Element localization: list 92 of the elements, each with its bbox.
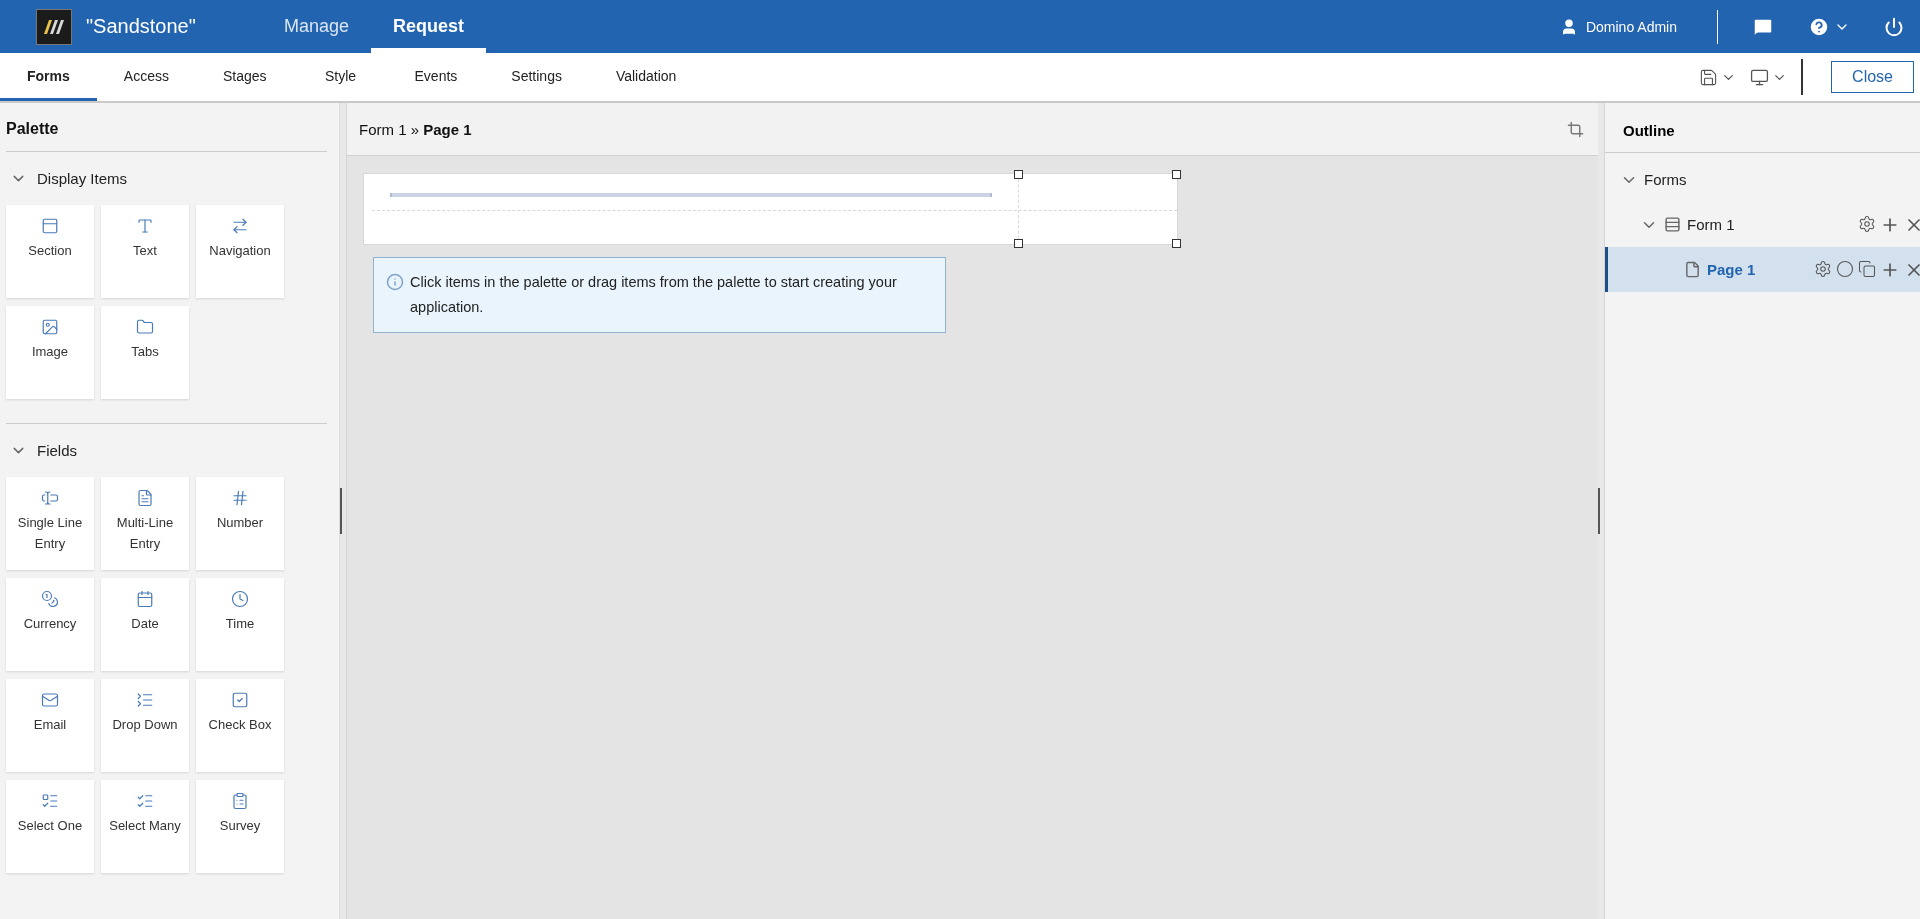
resize-handle[interactable]	[1014, 239, 1023, 248]
group-title: Display Items	[37, 170, 128, 187]
palette-tile[interactable]: Time	[196, 578, 284, 671]
tile-label: Select Many	[109, 817, 181, 835]
selectone-icon	[41, 792, 59, 810]
tab[interactable]: Style	[293, 53, 388, 101]
palette-tile[interactable]: Image	[6, 306, 94, 399]
resize-handle[interactable]	[1172, 170, 1181, 179]
palette-tile[interactable]: Text	[101, 205, 189, 298]
tile-label: Survey	[219, 817, 261, 835]
tile-label: Navigation	[209, 242, 271, 260]
tab[interactable]: Events	[387, 53, 485, 101]
palette-tile[interactable]: Drop Down	[101, 679, 189, 772]
selected-tree-row[interactable]: Page 1	[1605, 247, 1920, 292]
nav-tab[interactable]: Manage	[262, 0, 372, 53]
settings-icon[interactable]	[1814, 259, 1832, 278]
form-icon	[1664, 216, 1681, 233]
number-icon	[231, 489, 249, 507]
section-icon	[41, 217, 59, 235]
user-menu[interactable]: Domino Admin	[1559, 17, 1677, 36]
power-icon	[1884, 16, 1904, 37]
tree-item[interactable]: Page 1	[1707, 261, 1808, 278]
currency-icon	[41, 590, 59, 608]
tile-label: Time	[225, 615, 255, 633]
hint-text: Click items in the palette or drag items from the palette to start creating your application.	[410, 273, 898, 317]
monitor-icon	[1750, 67, 1770, 87]
tile-label: Tabs	[131, 343, 159, 361]
multi-icon	[136, 489, 154, 507]
logo-icon	[36, 8, 72, 45]
text-icon	[136, 217, 154, 235]
palette-tile[interactable]: Survey	[196, 780, 284, 873]
palette-tile[interactable]: Navigation	[196, 205, 284, 298]
palette-title: Palette	[6, 103, 327, 152]
circle-icon[interactable]	[1836, 259, 1854, 278]
help-icon	[1808, 15, 1830, 38]
tile-label: Section	[28, 242, 72, 260]
palette-tile[interactable]: Multi-Line Entry	[101, 477, 189, 570]
resize-handle[interactable]	[1014, 170, 1023, 179]
tabs-icon	[136, 318, 154, 336]
user-name: Domino Admin	[1585, 18, 1677, 35]
tile-label: Text	[133, 242, 157, 260]
app-title: "Sandstone"	[86, 15, 197, 38]
palette-tile[interactable]: Currency	[6, 578, 94, 671]
palette-tile[interactable]: Tabs	[101, 306, 189, 399]
tab[interactable]: Validation	[588, 53, 704, 101]
tile-label: Number	[216, 514, 264, 532]
email-icon	[41, 691, 59, 709]
tile-label: Check Box	[208, 716, 272, 734]
page-icon	[1684, 261, 1701, 278]
info-icon	[386, 273, 404, 291]
navigation-icon	[231, 217, 249, 235]
copy-icon[interactable]	[1858, 259, 1876, 278]
palette-tile[interactable]: Select One	[6, 780, 94, 873]
checkbox-icon	[231, 691, 249, 709]
breadcrumb: Form 1 » Page 1	[359, 120, 473, 138]
tile-label: Email	[33, 716, 67, 734]
group-title: Fields	[37, 442, 77, 459]
tile-label: Image	[31, 343, 69, 361]
date-icon	[136, 590, 154, 608]
outline-title: Outline	[1605, 103, 1920, 153]
tree-item[interactable]: Forms	[1644, 171, 1920, 188]
palette-tile[interactable]: Check Box	[196, 679, 284, 772]
single-icon	[41, 489, 59, 507]
tile-label: Multi-Line Entry	[115, 514, 175, 553]
palette-tile[interactable]: Date	[101, 578, 189, 671]
palette-tile[interactable]: Section	[6, 205, 94, 298]
power-button[interactable]	[1884, 16, 1904, 37]
tile-label: Select One	[17, 817, 83, 835]
tab[interactable]: Settings	[484, 53, 589, 101]
palette-tile[interactable]: Number	[196, 477, 284, 570]
selectmany-icon	[136, 792, 154, 810]
survey-icon	[231, 792, 249, 810]
palette-tile[interactable]: Single Line Entry	[6, 477, 94, 570]
settings-icon[interactable]	[1858, 214, 1876, 233]
close-button[interactable]: Close	[1831, 61, 1914, 93]
time-icon	[231, 590, 249, 608]
group-header[interactable]: Display Items	[6, 152, 132, 205]
tile-label: Date	[131, 615, 159, 633]
tile-label: Currency	[23, 615, 77, 633]
group-header[interactable]: Fields	[6, 424, 81, 477]
resize-handle[interactable]	[1172, 239, 1181, 248]
palette-tile[interactable]: Select Many	[101, 780, 189, 873]
tab[interactable]: Access	[96, 53, 196, 101]
dropdown-icon	[136, 691, 154, 709]
save-icon	[1699, 67, 1719, 87]
image-icon	[41, 318, 59, 336]
tile-label: Drop Down	[112, 716, 178, 734]
tab[interactable]: Stages	[195, 53, 294, 101]
tree-item[interactable]: Form 1	[1687, 216, 1852, 233]
crop-icon[interactable]	[1567, 120, 1584, 138]
palette-tile[interactable]: Email	[6, 679, 94, 772]
tile-label: Single Line Entry	[16, 514, 84, 553]
